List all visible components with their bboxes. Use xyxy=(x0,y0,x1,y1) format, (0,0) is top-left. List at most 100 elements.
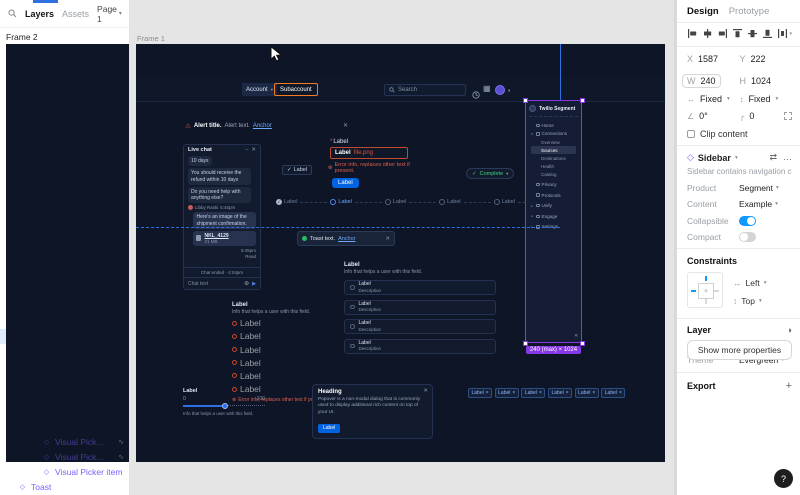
sidebar-nav-item-protocols[interactable]: Protocols xyxy=(528,191,579,200)
x-position-field[interactable]: X 1587 xyxy=(687,54,740,64)
attachment-icon[interactable]: ⊕ xyxy=(244,280,249,287)
form-pill[interactable]: Label × xyxy=(521,388,546,398)
design-frame[interactable]: Account ▾ Subaccount Search ▦ ▾ ⚠ Alert t… xyxy=(136,44,665,462)
vertical-resizing-select[interactable]: ↕ Fixed ▾ xyxy=(740,94,793,104)
radio-option[interactable]: Label xyxy=(232,358,344,368)
layer-row[interactable]: ◇ Toast xyxy=(0,479,129,494)
checkbox-button[interactable]: ✓ Label xyxy=(282,165,313,175)
layer-row[interactable]: #Frame 1 xyxy=(0,44,129,462)
sidebar-nav-subitem-destinations[interactable]: Destinations xyxy=(528,154,579,162)
radio-option[interactable]: Label xyxy=(232,345,344,355)
form-pill[interactable]: Label × xyxy=(494,388,519,398)
swap-instance-icon[interactable]: ⇄ xyxy=(769,152,777,163)
account-button[interactable]: Account ▾ xyxy=(242,83,277,96)
canvas[interactable]: Frame 1 Account ▾ Subaccount Search ▦ ▾ ⚠ xyxy=(130,0,672,495)
close-icon[interactable]: ✕ xyxy=(343,122,348,129)
align-top-icon[interactable] xyxy=(732,28,743,39)
clip-content-checkbox[interactable] xyxy=(687,130,695,138)
remove-icon[interactable]: × xyxy=(512,390,515,396)
topbar-search-input[interactable]: Search xyxy=(384,84,466,96)
user-avatar[interactable] xyxy=(495,85,505,95)
send-icon[interactable]: ▶ xyxy=(252,281,256,287)
sidebar-nav-item-privacy[interactable]: Privacy xyxy=(528,180,579,189)
layer-row[interactable]: ◇ Visual Pick... ∿ xyxy=(0,434,129,449)
form-pill[interactable]: Label × xyxy=(574,388,599,398)
remove-icon[interactable]: × xyxy=(486,390,489,396)
add-export-icon[interactable]: + xyxy=(786,380,792,392)
align-left-icon[interactable] xyxy=(687,28,698,39)
tab-prototype[interactable]: Prototype xyxy=(729,6,770,17)
page-selector[interactable]: Page 1 ▾ xyxy=(97,4,122,24)
stepper-step[interactable]: ✓ Label xyxy=(276,199,297,205)
frame-label[interactable]: Frame 1 xyxy=(137,34,165,43)
alert-anchor-link[interactable]: Anchor xyxy=(253,123,272,129)
y-position-field[interactable]: Y 222 xyxy=(740,54,793,64)
visual-picker-item[interactable]: Label Description xyxy=(344,299,496,315)
rotation-field[interactable]: ∠ 0° xyxy=(687,111,740,121)
radio-option[interactable]: Label xyxy=(232,371,344,381)
sidebar-component-selection[interactable]: Twilio Segment Home ▾ Connections Overview S… xyxy=(525,100,582,343)
align-vertical-center-icon[interactable] xyxy=(747,28,758,39)
chevron-down-icon[interactable]: ▾ xyxy=(735,155,738,161)
form-pill[interactable]: Label × xyxy=(468,388,493,398)
component-name[interactable]: Sidebar xyxy=(698,153,731,163)
blend-mode-icon[interactable]: ◑ xyxy=(787,325,792,335)
property-select[interactable]: Example ▾ xyxy=(739,199,778,209)
toast-anchor-link[interactable]: Anchor xyxy=(338,236,355,242)
selection-handle[interactable] xyxy=(522,97,528,103)
constraints-widget[interactable]: + xyxy=(687,272,723,308)
text-input[interactable]: Label file.png xyxy=(330,147,408,159)
toggle-compact[interactable] xyxy=(739,232,756,242)
search-icon[interactable] xyxy=(8,9,17,18)
remove-icon[interactable]: × xyxy=(619,390,622,396)
collapse-icon[interactable]: « xyxy=(575,333,578,339)
sidebar-nav-subitem-catalog[interactable]: Catalog xyxy=(528,170,579,178)
subaccount-button[interactable]: Subaccount xyxy=(274,83,318,96)
close-icon[interactable]: ✕ xyxy=(423,388,428,394)
apps-grid-icon[interactable]: ▦ xyxy=(483,85,491,93)
remove-icon[interactable]: × xyxy=(592,390,595,396)
form-pill[interactable]: Label × xyxy=(601,388,626,398)
slider-handle[interactable] xyxy=(222,403,229,409)
layer-row[interactable]: # Frame 2 xyxy=(0,29,129,462)
corner-radius-field[interactable]: ╭ 0 xyxy=(740,111,792,121)
help-button[interactable]: ? xyxy=(774,469,793,488)
sidebar-nav-item-engage[interactable]: ▸ Engage xyxy=(528,212,579,221)
file-name-link[interactable]: NKL_4129 xyxy=(204,233,228,239)
close-icon[interactable]: ✕ xyxy=(251,147,256,153)
property-select[interactable]: Segment ▾ xyxy=(739,183,779,193)
distribute-icon[interactable]: ▾ xyxy=(777,28,792,39)
slider-track[interactable] xyxy=(183,403,265,409)
selection-handle[interactable] xyxy=(579,97,585,103)
visual-picker-item[interactable]: Label Description xyxy=(344,280,496,295)
radio-option[interactable]: Label xyxy=(232,331,344,341)
sidebar-nav-item-connections[interactable]: ▾ Connections xyxy=(528,130,579,139)
selection-handle[interactable] xyxy=(579,340,585,346)
sidebar-nav-item-unify[interactable]: ▸ Unify xyxy=(528,201,579,210)
height-field[interactable]: H 1024 xyxy=(740,74,793,88)
primary-button[interactable]: Label xyxy=(332,178,359,188)
radio-option[interactable]: Label xyxy=(232,318,344,328)
sidebar-nav-subitem-sources[interactable]: Sources xyxy=(531,146,576,155)
chat-input[interactable]: Chat text ⊕ ▶ xyxy=(184,277,260,289)
remove-icon[interactable]: × xyxy=(566,390,569,396)
tab-design[interactable]: Design xyxy=(687,6,719,17)
selection-handle[interactable] xyxy=(522,340,528,346)
stepper-step[interactable]: Label xyxy=(493,199,515,205)
horizontal-resizing-select[interactable]: ↔ Fixed ▾ xyxy=(687,94,740,104)
attachment-card[interactable]: NKL_4129 21 MB xyxy=(193,230,256,246)
remove-icon[interactable]: × xyxy=(539,390,542,396)
align-bottom-icon[interactable] xyxy=(762,28,773,39)
minimize-icon[interactable]: – xyxy=(245,147,248,153)
history-icon[interactable] xyxy=(472,86,480,104)
independent-corners-icon[interactable] xyxy=(784,112,792,120)
align-horizontal-center-icon[interactable] xyxy=(702,28,713,39)
sidebar-nav-item-home[interactable]: Home xyxy=(528,121,579,130)
sidebar-nav-subitem-overview[interactable]: Overview xyxy=(528,138,579,146)
show-more-properties-button[interactable]: Show more properties xyxy=(687,340,792,360)
align-right-icon[interactable] xyxy=(717,28,728,39)
close-icon[interactable]: ✕ xyxy=(385,236,390,242)
visual-picker-item[interactable]: Label Description xyxy=(344,338,496,354)
more-options-icon[interactable]: … xyxy=(783,152,792,163)
popover-button[interactable]: Label xyxy=(318,423,341,433)
